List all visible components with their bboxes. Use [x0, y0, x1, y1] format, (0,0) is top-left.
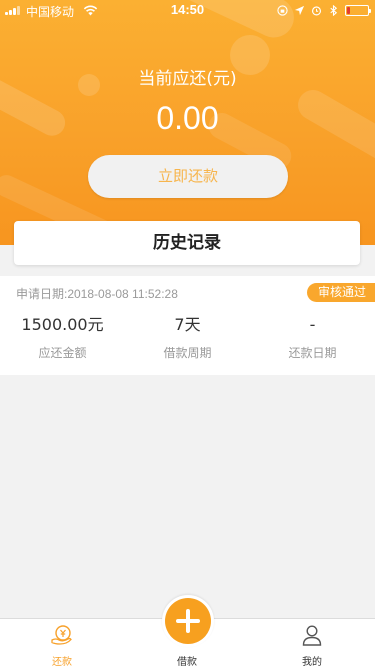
- period-label: 借款周期: [163, 346, 212, 360]
- location-icon: [294, 5, 305, 15]
- battery-icon: [345, 4, 371, 16]
- history-title: 历史记录: [14, 221, 360, 265]
- period-column: 7天 借款周期: [125, 314, 250, 361]
- user-icon: [302, 625, 322, 646]
- repay-date-column: - 还款日期: [250, 314, 375, 361]
- repay-date-value: -: [309, 315, 316, 334]
- amount-column: 1500.00元 应还金额: [0, 314, 125, 361]
- lock-rotation-icon: [277, 4, 288, 16]
- bluetooth-icon: [330, 4, 338, 16]
- alarm-icon: [311, 5, 322, 15]
- tab-repay-label: 还款: [52, 657, 72, 667]
- period-value: 7天: [174, 315, 201, 334]
- loan-record[interactable]: 申请日期:2018-08-08 11:52:28 审核通过 1500.00元 应…: [0, 276, 375, 375]
- status-bar: 中国移动 14:50: [0, 0, 375, 20]
- status-badge: 审核通过: [306, 283, 375, 302]
- tab-repay[interactable]: 还款: [22, 619, 102, 667]
- plus-icon: [165, 598, 211, 644]
- amount-due-title: 当前应还(元): [138, 69, 237, 89]
- header: 中国移动 14:50 当前应还(元) 0.00 立即还款: [0, 0, 375, 245]
- tab-borrow-label: 借款: [177, 657, 197, 667]
- repay-icon: [51, 625, 72, 645]
- repay-date-label: 还款日期: [288, 346, 337, 360]
- tab-mine[interactable]: 我的: [272, 619, 352, 667]
- tab-mine-label: 我的: [302, 657, 322, 667]
- repay-now-button[interactable]: 立即还款: [88, 155, 288, 198]
- amount-due-value: 0.00: [156, 100, 219, 136]
- amount-value: 1500.00元: [21, 315, 104, 334]
- amount-label: 应还金额: [38, 346, 87, 360]
- borrow-plus-button[interactable]: [162, 595, 214, 647]
- apply-date: 申请日期:2018-08-08 11:52:28: [16, 287, 178, 301]
